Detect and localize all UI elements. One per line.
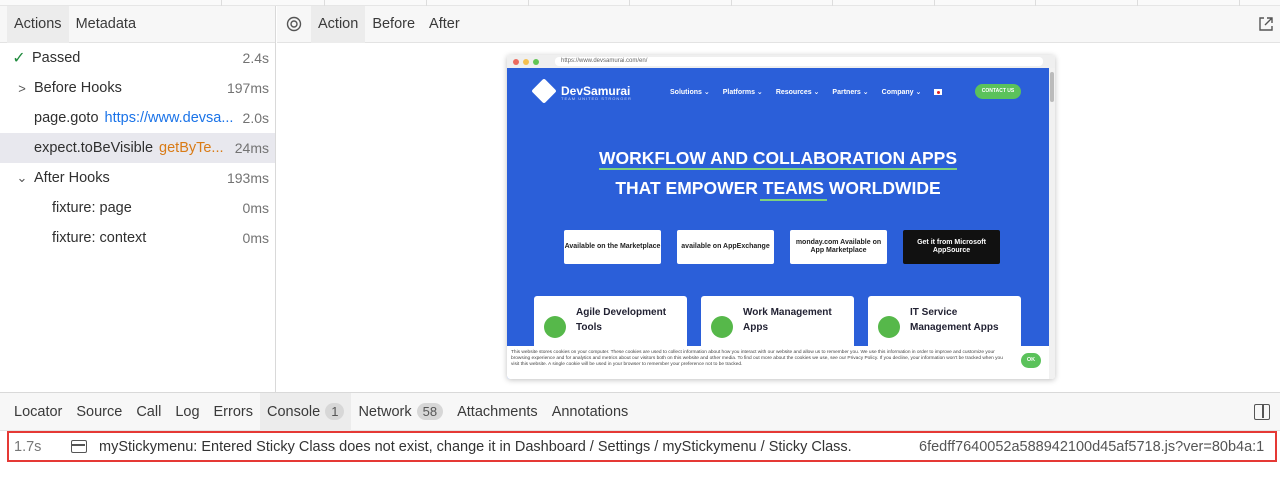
action-duration: 197ms — [226, 80, 269, 96]
nav-item: Solutions ⌄ — [670, 89, 710, 96]
snapshot-viewer: Action Before After https://www.devsamur… — [277, 5, 1280, 392]
gear-icon — [878, 316, 900, 338]
site-nav: Solutions ⌄ Platforms ⌄ Resources ⌄ Part… — [670, 88, 955, 96]
action-before-hooks[interactable]: > Before Hooks 197ms — [0, 73, 275, 103]
action-duration: 2.0s — [242, 110, 269, 126]
tab-network[interactable]: Network 58 — [351, 393, 450, 431]
console-count-badge: 1 — [325, 403, 345, 420]
nav-item: Resources ⌄ — [775, 89, 820, 96]
tab-errors[interactable]: Errors — [207, 393, 260, 431]
status-label: Passed — [32, 50, 81, 66]
badge-atlassian: Available on the Marketplace — [564, 230, 661, 264]
details-panel: Locator Source Call Log Errors Console 1… — [0, 392, 1280, 493]
action-label: fixture: context — [52, 230, 147, 246]
logo-mark-icon — [531, 78, 557, 104]
action-label: expect.toBeVisible — [34, 140, 154, 156]
checkmark-icon: ✓ — [12, 50, 26, 67]
tab-action[interactable]: Action — [311, 5, 366, 43]
tab-call[interactable]: Call — [129, 393, 168, 431]
hero-line-2: THAT EMPOWER TEAMS WORLDWIDE — [615, 178, 941, 198]
browser-window-icon — [71, 440, 87, 453]
cookie-ok-button: OK — [1021, 353, 1041, 368]
hero-underline — [760, 199, 827, 201]
contact-us-button: CONTACT US — [975, 84, 1021, 99]
open-in-new-window-icon[interactable] — [1258, 16, 1274, 37]
action-after-hooks[interactable]: ⌄ After Hooks 193ms — [0, 163, 275, 193]
action-page-goto[interactable]: page.goto https://www.devsa... 2.0s — [0, 103, 275, 133]
trace-viewer: Actions Metadata ✓ Passed 2.4s > Before … — [0, 0, 1280, 493]
tab-after[interactable]: After — [422, 6, 467, 43]
console-message-row[interactable]: 1.7s myStickymenu: Entered Sticky Class … — [7, 431, 1277, 462]
cookie-banner: This website stores cookies on your comp… — [507, 346, 1049, 379]
nav-item: Partners ⌄ — [832, 89, 869, 96]
console-message: myStickymenu: Entered Sticky Class does … — [99, 438, 852, 455]
badge-microsoft: Get it from Microsoft AppSource — [903, 230, 1000, 264]
tab-attachments[interactable]: Attachments — [450, 393, 545, 431]
tab-locator[interactable]: Locator — [7, 393, 69, 431]
action-fixture-page[interactable]: fixture: page 0ms — [0, 193, 275, 223]
viewer-tab-bar: Action Before After — [277, 5, 1280, 43]
network-count-badge: 58 — [416, 403, 444, 420]
gear-icon — [711, 316, 733, 338]
nav-item: Company ⌄ — [881, 89, 922, 96]
action-fixture-context[interactable]: fixture: context 0ms — [0, 223, 275, 253]
snapshot-scrollbar — [1049, 68, 1055, 379]
hero-line-1: WORKFLOW AND COLLABORATION APPS — [598, 148, 958, 170]
action-duration: 0ms — [242, 200, 269, 216]
gear-icon — [544, 316, 566, 338]
action-label: fixture: page — [52, 200, 132, 216]
badge-salesforce: available on AppExchange — [677, 230, 774, 264]
snapshot-url: https://www.devsamurai.com/en/ — [555, 57, 1043, 66]
status-duration: 2.4s — [242, 50, 269, 66]
tab-network-label: Network — [358, 403, 412, 420]
tab-console[interactable]: Console 1 — [260, 392, 352, 431]
left-tab-bar: Actions Metadata — [0, 5, 275, 43]
flag-icon — [934, 89, 943, 95]
site-content: DevSamurai TEAM UNITED STRONGER Solution… — [507, 68, 1049, 379]
action-label: page.goto — [34, 110, 99, 126]
action-duration: 193ms — [226, 170, 269, 186]
chevron-right-icon[interactable]: > — [13, 81, 31, 96]
action-param: https://www.devsa... — [104, 110, 234, 126]
action-expect-tobevisible[interactable]: expect.toBeVisible getByTe... 24ms — [0, 133, 275, 163]
chevron-down-icon[interactable]: ⌄ — [13, 170, 31, 186]
actions-panel: Actions Metadata ✓ Passed 2.4s > Before … — [0, 5, 276, 392]
nav-item: Platforms ⌄ — [722, 89, 763, 96]
tab-log[interactable]: Log — [168, 393, 206, 431]
toggle-sidebar-icon[interactable] — [1254, 404, 1270, 420]
action-label: After Hooks — [34, 170, 110, 186]
tab-metadata[interactable]: Metadata — [69, 6, 143, 43]
console-time: 1.7s — [14, 438, 42, 455]
tab-before[interactable]: Before — [365, 6, 422, 43]
status-row: ✓ Passed 2.4s — [0, 43, 275, 73]
bottom-tab-bar: Locator Source Call Log Errors Console 1… — [0, 392, 1280, 431]
badge-monday: monday.com Available on App Marketplace — [790, 230, 887, 264]
tab-source[interactable]: Source — [69, 393, 129, 431]
tab-console-label: Console — [267, 403, 321, 420]
browser-bar: https://www.devsamurai.com/en/ — [507, 55, 1055, 68]
action-duration: 0ms — [242, 230, 269, 246]
action-duration: 24ms — [234, 140, 269, 156]
console-source-link[interactable]: 6fedff7640052a588942100d45af5718.js?ver=… — [919, 439, 1269, 455]
site-logo: DevSamurai TEAM UNITED STRONGER — [531, 78, 631, 104]
action-param: getByTe... — [159, 140, 224, 156]
tab-actions[interactable]: Actions — [7, 5, 69, 43]
action-label: Before Hooks — [34, 80, 122, 96]
target-icon[interactable] — [283, 13, 305, 35]
page-snapshot[interactable]: https://www.devsamurai.com/en/ DevSamura… — [507, 55, 1055, 379]
tab-annotations[interactable]: Annotations — [545, 393, 636, 431]
